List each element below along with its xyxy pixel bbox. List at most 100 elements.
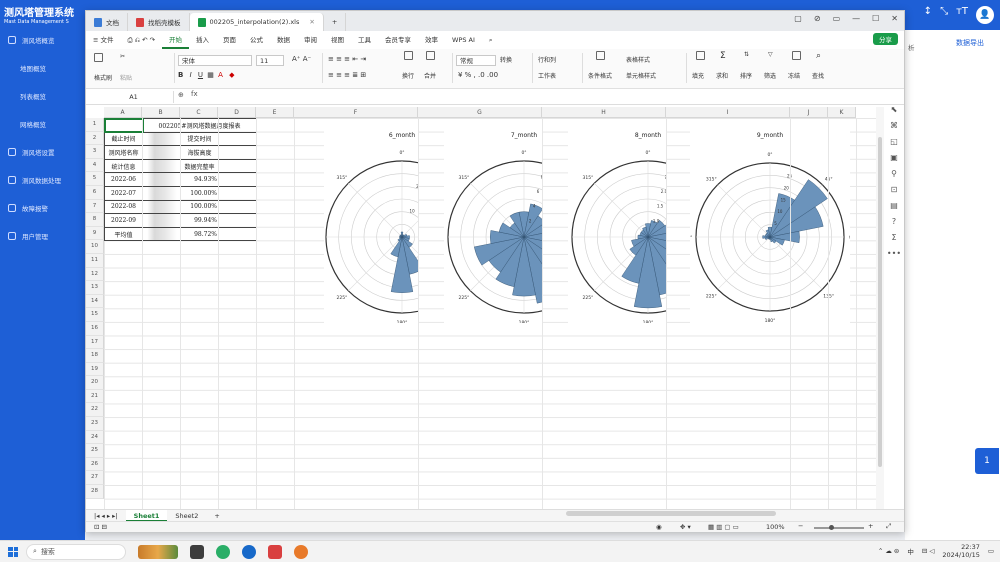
filter-button[interactable]: 筛选 — [764, 71, 776, 80]
view-mode-icons[interactable]: ▦ ▥ ▢ ▭ — [708, 523, 739, 531]
table-cell[interactable]: 统计信息 — [104, 158, 143, 174]
table-cell[interactable] — [142, 131, 181, 147]
tab-spreadsheet-file[interactable]: 002205_interpolation(2).xls ✕ — [189, 13, 324, 31]
row-header[interactable]: 2 — [86, 131, 104, 146]
column-header[interactable]: D — [218, 107, 256, 118]
status-icons[interactable]: ⊡ ⊟ — [94, 523, 107, 531]
row-header[interactable]: 24 — [86, 430, 104, 445]
cut-icon[interactable]: ✂ — [120, 53, 125, 60]
wps-taskbar-icon[interactable] — [268, 544, 282, 559]
row-header[interactable]: 14 — [86, 294, 104, 309]
format-painter-button[interactable]: 格式刷 — [94, 73, 112, 82]
sigma-icon[interactable]: Σ — [891, 233, 896, 242]
table-cell[interactable]: 平均值 — [104, 226, 143, 242]
sort-button[interactable]: 排序 — [740, 71, 752, 80]
row-header[interactable]: 26 — [86, 457, 104, 472]
menu-data[interactable]: 数据 — [270, 31, 297, 49]
table-cell[interactable] — [218, 158, 257, 174]
align-top-buttons[interactable]: ≡ ≡ ≡ ⇤ ⇥ — [328, 55, 366, 63]
file-explorer-icon[interactable] — [190, 544, 204, 559]
menu-insert[interactable]: 插入 — [189, 31, 216, 49]
conditional-format-icon[interactable] — [596, 51, 605, 60]
align-buttons[interactable]: ≡ ≡ ≡ ≣ ⊞ — [328, 71, 366, 79]
sheet-tab-1[interactable]: Sheet1 — [125, 509, 168, 522]
row-header[interactable]: 16 — [86, 321, 104, 336]
sidebar-item[interactable]: 地图概览 — [0, 58, 85, 78]
table-cell[interactable]: 测风塔名称 — [104, 145, 143, 160]
column-header[interactable]: A — [104, 107, 142, 118]
table-cell[interactable] — [218, 185, 257, 201]
column-header[interactable]: C — [180, 107, 218, 118]
table-cell[interactable] — [142, 199, 181, 215]
row-header[interactable]: 27 — [86, 471, 104, 486]
table-tool-icon[interactable]: ⊡ — [891, 185, 898, 194]
fullscreen-icon[interactable]: ↕ — [924, 6, 932, 24]
format-painter-icon[interactable] — [94, 53, 103, 62]
wrap-icon[interactable] — [404, 51, 413, 60]
find-button[interactable]: 查找 — [812, 71, 824, 80]
table-cell[interactable]: 100.00% — [180, 185, 219, 201]
paste-button[interactable]: 粘贴 — [120, 73, 132, 82]
quick-access-icons[interactable]: ⎙ ⎌ ↶ ↷ — [121, 31, 163, 49]
table-cell[interactable] — [218, 199, 257, 215]
zoom-in-icon[interactable]: ⊕ — [178, 91, 184, 99]
table-cell[interactable]: 2022-08 — [104, 199, 143, 215]
fill-icon[interactable] — [696, 51, 705, 60]
row-header[interactable]: 10 — [86, 240, 104, 254]
row-header[interactable]: 9 — [86, 226, 104, 241]
row-header[interactable]: 20 — [86, 376, 104, 390]
font-style-buttons[interactable]: B I U ▦ A ◆ — [178, 71, 235, 79]
image-icon[interactable]: ▤ — [890, 201, 898, 210]
table-cell[interactable] — [142, 185, 181, 201]
row-header[interactable]: 19 — [86, 362, 104, 377]
share-button[interactable]: 分享 — [873, 33, 898, 45]
wrap-button[interactable]: 换行 — [402, 71, 414, 80]
more-icon[interactable]: ••• — [887, 249, 901, 258]
sidebar-item[interactable]: 列表概览 — [0, 86, 85, 106]
cell-a1[interactable] — [103, 117, 144, 134]
menu-review[interactable]: 审阅 — [297, 31, 324, 49]
notification-icon[interactable]: ▭ — [988, 547, 994, 555]
shape-icon[interactable]: ◱ — [890, 137, 898, 146]
browser-icon[interactable] — [294, 544, 308, 559]
sidebar-item[interactable]: 测风数据处理 — [0, 170, 85, 190]
font-name-select[interactable]: 宋体 — [178, 55, 252, 66]
table-cell[interactable] — [142, 172, 181, 187]
cell-style-button[interactable]: 单元格样式 — [626, 71, 656, 80]
freeze-button[interactable]: 冻结 — [788, 71, 800, 80]
network-volume-icons[interactable]: ⊟ ◁ — [922, 547, 935, 555]
vertical-scrollbar[interactable] — [876, 107, 884, 509]
eye-protect-icon[interactable]: ◉ — [656, 523, 662, 531]
row-header[interactable]: 25 — [86, 444, 104, 458]
taskbar-widget[interactable] — [138, 544, 178, 559]
layout-icon[interactable]: ▢ — [794, 14, 802, 23]
close-window-icon[interactable]: ✕ — [891, 14, 898, 23]
fill-button[interactable]: 填充 — [692, 71, 704, 80]
view-icons[interactable]: ✥ ▾ — [680, 523, 691, 531]
sum-button[interactable]: 求和 — [716, 71, 728, 80]
row-header[interactable]: 11 — [86, 253, 104, 268]
menu-wps-ai[interactable]: WPS AI — [445, 31, 482, 49]
menu-tools[interactable]: 工具 — [351, 31, 378, 49]
column-header[interactable]: F — [294, 107, 418, 118]
row-header[interactable]: 1 — [86, 118, 104, 132]
table-cell[interactable]: 海拔高度 — [180, 145, 219, 160]
tray-icons[interactable]: ⌃ ☁ ⊜ — [878, 547, 900, 555]
table-cell[interactable] — [218, 172, 257, 187]
table-cell[interactable]: 2022-09 — [104, 213, 143, 228]
horizontal-scrollbar[interactable] — [566, 511, 776, 516]
new-tab-button[interactable]: + — [324, 13, 347, 31]
tab-data-export[interactable]: 数据导出 — [956, 38, 984, 48]
merge-button[interactable]: 合并 — [424, 71, 436, 80]
link-icon[interactable]: ⚲ — [891, 169, 897, 178]
close-tab-icon[interactable]: ✕ — [309, 18, 314, 26]
number-format-buttons[interactable]: ¥ % , .0 .00 — [458, 71, 498, 79]
report-title-cell[interactable]: 002205#测风塔数据月度报表 — [142, 118, 257, 133]
sheet-tab-2[interactable]: Sheet2 — [167, 510, 206, 522]
row-header[interactable]: 13 — [86, 281, 104, 295]
name-box[interactable]: A1 — [94, 91, 174, 103]
row-header[interactable]: 21 — [86, 389, 104, 404]
column-header[interactable]: G — [418, 107, 542, 118]
sidebar-item[interactable]: 测风塔概览 — [0, 30, 85, 50]
menu-view[interactable]: 视图 — [324, 31, 351, 49]
